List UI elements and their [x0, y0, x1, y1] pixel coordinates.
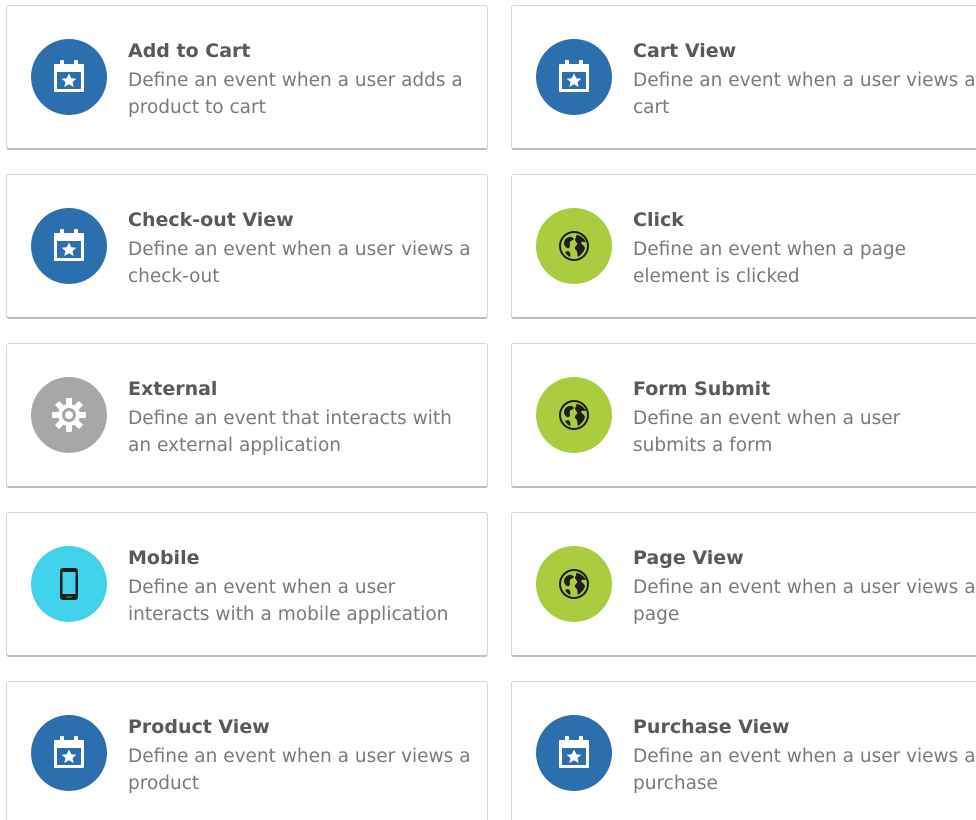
event-card-description: Define an event when a page element is c…: [633, 239, 907, 287]
event-card-title: Mobile: [128, 547, 200, 569]
calendar-star-icon: [31, 39, 107, 115]
event-card-description: Define an event when a user views a prod…: [128, 746, 471, 794]
event-card-title: Purchase View: [633, 716, 790, 738]
calendar-star-icon: [31, 715, 107, 791]
event-card-description: Define an event when a user views a chec…: [128, 239, 471, 287]
event-card-mobile[interactable]: Mobile Define an event when a user inter…: [6, 512, 488, 657]
event-card-description: Define an event when a user submits a fo…: [633, 408, 901, 456]
globe-icon: [536, 377, 612, 453]
event-card-cart-view[interactable]: Cart View Define an event when a user vi…: [511, 5, 976, 150]
event-card-title: Check-out View: [128, 209, 294, 231]
globe-icon: [536, 546, 612, 622]
event-card-title: External: [128, 378, 218, 400]
event-card-description: Define an event when a user views a cart: [633, 70, 976, 118]
event-type-grid: Add to Cart Define an event when a user …: [0, 0, 976, 820]
calendar-star-icon: [536, 39, 612, 115]
event-card-description: Define an event when a user views a page: [633, 577, 976, 625]
event-card-page-view[interactable]: Page View Define an event when a user vi…: [511, 512, 976, 657]
calendar-star-icon: [31, 208, 107, 284]
event-card-title: Form Submit: [633, 378, 771, 400]
event-card-click[interactable]: Click Define an event when a page elemen…: [511, 174, 976, 319]
event-card-add-to-cart[interactable]: Add to Cart Define an event when a user …: [6, 5, 488, 150]
event-card-title: Page View: [633, 547, 744, 569]
event-card-purchase-view[interactable]: Purchase View Define an event when a use…: [511, 681, 976, 820]
calendar-star-icon: [536, 715, 612, 791]
event-card-title: Product View: [128, 716, 270, 738]
event-card-description: Define an event when a user views a purc…: [633, 746, 976, 794]
event-card-product-view[interactable]: Product View Define an event when a user…: [6, 681, 488, 820]
event-card-external[interactable]: External Define an event that interacts …: [6, 343, 488, 488]
event-card-title: Click: [633, 209, 684, 231]
event-card-title: Cart View: [633, 40, 737, 62]
event-card-title: Add to Cart: [128, 40, 251, 62]
event-card-description: Define an event when a user interacts wi…: [128, 577, 449, 625]
event-card-description: Define an event that interacts with an e…: [128, 408, 452, 456]
event-card-form-submit[interactable]: Form Submit Define an event when a user …: [511, 343, 976, 488]
globe-icon: [536, 208, 612, 284]
mobile-phone-icon: [31, 546, 107, 622]
event-card-description: Define an event when a user adds a produ…: [128, 70, 463, 118]
gear-icon: [31, 377, 107, 453]
event-card-check-out-view[interactable]: Check-out View Define an event when a us…: [6, 174, 488, 319]
